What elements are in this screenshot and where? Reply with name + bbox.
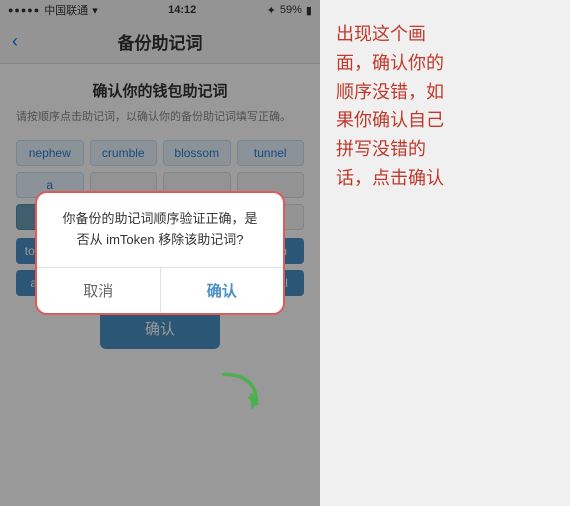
modal-buttons: 取消 确认	[37, 268, 283, 313]
annotation-panel: 出现这个画 面，确认你的 顺序没错，如 果你确认自己 拼写没错的 话，点击确认	[320, 0, 570, 506]
modal-confirm-button[interactable]: 确认	[161, 268, 284, 313]
modal-body: 你备份的助记词顺序验证正确，是否从 imToken 移除该助记词?	[37, 193, 283, 267]
modal-overlay: 你备份的助记词顺序验证正确，是否从 imToken 移除该助记词? 取消 确认	[0, 0, 320, 506]
annotation-text: 出现这个画 面，确认你的 顺序没错，如 果你确认自己 拼写没错的 话，点击确认	[336, 20, 554, 193]
arrow-indicator	[215, 366, 265, 416]
modal-text: 你备份的助记词顺序验证正确，是否从 imToken 移除该助记词?	[57, 209, 263, 251]
modal-cancel-button[interactable]: 取消	[37, 268, 161, 313]
modal-box: 你备份的助记词顺序验证正确，是否从 imToken 移除该助记词? 取消 确认	[35, 191, 285, 315]
phone-screen: ●●●●● 中国联通 ▾ 14:12 ✦ 59% ▮ ‹ 备份助记词 确认你的钱…	[0, 0, 320, 506]
